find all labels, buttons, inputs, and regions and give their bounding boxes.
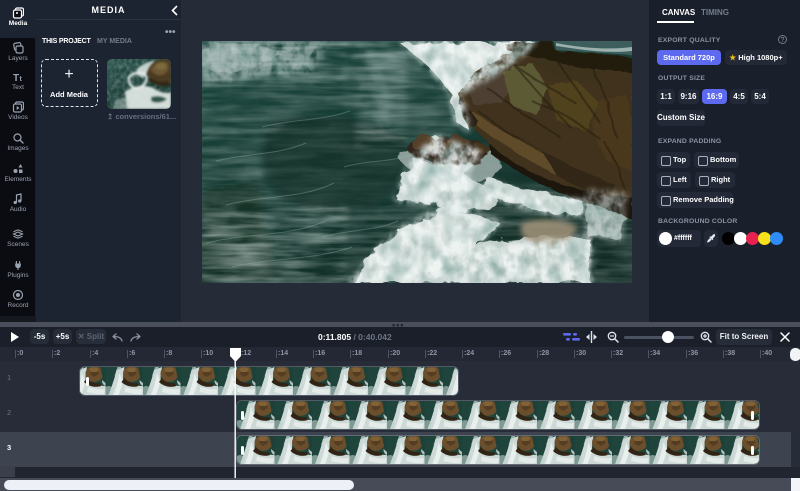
svg-text:t: t (20, 76, 23, 83)
svg-text:T: T (13, 73, 19, 83)
